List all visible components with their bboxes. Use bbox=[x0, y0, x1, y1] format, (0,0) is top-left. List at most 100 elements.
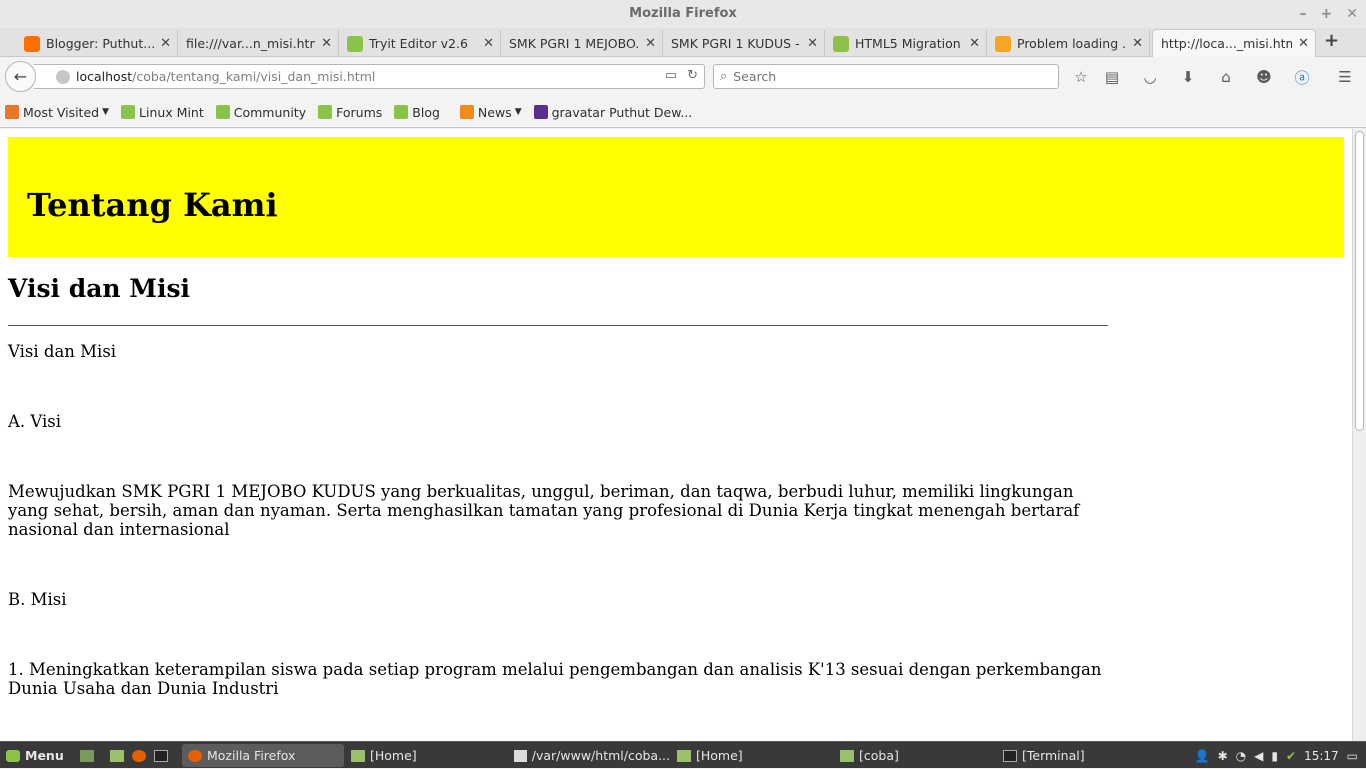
taskbar-item-terminal[interactable]: [Terminal] bbox=[997, 744, 1159, 767]
bluetooth-icon[interactable]: ✱ bbox=[1218, 749, 1228, 763]
tab-close-icon[interactable]: ✕ bbox=[483, 36, 494, 51]
tab-tryit-editor[interactable]: Tryit Editor v2.6 ✕ bbox=[339, 30, 501, 57]
paragraph-misi-heading: B. Misi bbox=[8, 590, 67, 609]
tab-label: Problem loading ... bbox=[1017, 36, 1127, 51]
taskbar-item-editor[interactable]: /var/www/html/coba... bbox=[508, 744, 670, 767]
tab-label: SMK PGRI 1 MEJOBO... bbox=[509, 36, 640, 51]
header-banner: Tentang Kami bbox=[8, 137, 1344, 257]
blogger-icon bbox=[24, 35, 40, 52]
clock[interactable]: 15:17 bbox=[1304, 749, 1339, 763]
reload-icon[interactable]: ↻ bbox=[687, 68, 698, 83]
text-editor-icon bbox=[514, 749, 527, 762]
update-shield-icon[interactable]: ✔ bbox=[1286, 749, 1296, 763]
banner-title: Tentang Kami bbox=[27, 186, 278, 224]
tab-close-icon[interactable]: ✕ bbox=[645, 36, 656, 51]
user-icon[interactable]: 👤 bbox=[1195, 749, 1210, 763]
menu-hamburger-icon[interactable]: ☰ bbox=[1335, 67, 1355, 87]
battery-icon[interactable]: ▮ bbox=[1271, 749, 1278, 763]
search-input[interactable] bbox=[733, 69, 1034, 84]
mint-icon bbox=[215, 105, 230, 119]
mint-icon bbox=[121, 105, 136, 119]
w3schools-icon bbox=[347, 35, 363, 52]
folder-icon bbox=[677, 749, 691, 762]
downloads-icon[interactable]: ⬇ bbox=[1178, 67, 1198, 87]
addon-icon[interactable]: ⓐ bbox=[1292, 67, 1312, 87]
start-menu-button[interactable]: Menu bbox=[0, 744, 70, 767]
tab-label: Tryit Editor v2.6 bbox=[369, 36, 468, 51]
url-path: /coba/tentang_kami/visi_dan_misi.html bbox=[132, 69, 376, 84]
most-visited-icon bbox=[5, 105, 19, 119]
minimize-button[interactable]: – bbox=[1300, 0, 1307, 28]
maximize-button[interactable]: + bbox=[1321, 0, 1333, 28]
tab-close-icon[interactable]: ✕ bbox=[160, 36, 171, 51]
mint-logo-icon bbox=[6, 749, 20, 762]
close-window-button[interactable]: ✕ bbox=[1346, 0, 1358, 28]
tab-close-icon[interactable]: ✕ bbox=[1132, 36, 1143, 51]
home-icon[interactable]: ⌂ bbox=[1216, 67, 1236, 87]
tab-close-icon[interactable]: ✕ bbox=[969, 36, 980, 51]
divider bbox=[8, 325, 1108, 326]
volume-icon[interactable]: ◀ bbox=[1254, 749, 1263, 763]
url-bar[interactable]: localhost/coba/tentang_kami/visi_dan_mis… bbox=[34, 64, 705, 89]
page-scrollbar[interactable] bbox=[1352, 129, 1366, 741]
mint-icon bbox=[318, 105, 333, 119]
bookmark-most-visited[interactable]: Most Visited ▼ bbox=[5, 105, 109, 120]
wifi-icon[interactable]: ◔ bbox=[1236, 749, 1246, 763]
show-desktop-corner-icon[interactable]: ▭ bbox=[1347, 749, 1358, 763]
folder-icon bbox=[840, 749, 854, 762]
bookmark-linux-mint[interactable]: Linux Mint bbox=[121, 105, 204, 120]
tab-close-icon[interactable]: ✕ bbox=[321, 36, 332, 51]
navigation-bar: localhost/coba/tentang_kami/visi_dan_mis… bbox=[0, 57, 1366, 97]
taskbar-item-firefox[interactable]: Mozilla Firefox bbox=[182, 744, 344, 767]
chevron-down-icon: ▼ bbox=[102, 107, 110, 117]
paragraph-misi-item-1: 1. Meningkatkan keterampilan siswa pada … bbox=[8, 660, 1102, 698]
bookmark-forums[interactable]: Forums bbox=[318, 105, 382, 120]
tab-label: Blogger: Puthut... bbox=[46, 36, 155, 51]
main-content: Visi dan Misi Visi dan Misi A. Visi Mewu… bbox=[8, 269, 1108, 698]
bookmark-star-icon[interactable]: ☆ bbox=[1071, 67, 1091, 87]
tab-label: SMK PGRI 1 KUDUS -... bbox=[671, 36, 802, 51]
bookmark-blog[interactable]: Blog bbox=[394, 105, 440, 120]
tab-smk-mejobo[interactable]: SMK PGRI 1 MEJOBO... ✕ bbox=[501, 30, 663, 57]
back-button[interactable]: ← bbox=[5, 61, 36, 92]
tab-html5-migration[interactable]: HTML5 Migration ✕ bbox=[825, 30, 987, 57]
hello-icon[interactable]: ☻ bbox=[1254, 67, 1274, 87]
tab-smk-kudus[interactable]: SMK PGRI 1 KUDUS -... ✕ bbox=[663, 30, 825, 57]
bookmarks-toolbar: Most Visited ▼ Linux Mint Community Foru… bbox=[0, 97, 1366, 128]
new-tab-icon[interactable]: + bbox=[1324, 30, 1339, 51]
tab-file[interactable]: file:///var...n_misi.html ✕ bbox=[178, 30, 339, 57]
window-title: Mozilla Firefox bbox=[629, 6, 737, 21]
paragraph-visi-heading: A. Visi bbox=[8, 412, 62, 431]
pocket-icon[interactable]: ◡ bbox=[1140, 67, 1160, 87]
tab-active-localhost[interactable]: http://loca..._misi.html ✕ bbox=[1152, 29, 1316, 57]
terminal-launcher-icon[interactable] bbox=[148, 744, 174, 767]
url-bar-icons: ▭ ↻ bbox=[665, 68, 698, 83]
show-desktop-icon[interactable] bbox=[74, 744, 100, 767]
site-identity-icon[interactable] bbox=[56, 69, 70, 84]
taskbar-item-coba[interactable]: [coba] bbox=[834, 744, 996, 767]
back-arrow-icon: ← bbox=[13, 67, 28, 86]
paragraph-intro: Visi dan Misi bbox=[8, 342, 117, 361]
reader-view-icon[interactable]: ▭ bbox=[665, 68, 677, 83]
bookmark-gravatar[interactable]: gravatar Puthut Dew... bbox=[533, 105, 692, 120]
window-titlebar: Mozilla Firefox – + ✕ bbox=[0, 0, 1366, 28]
taskbar-item-home-1[interactable]: [Home] bbox=[345, 744, 507, 767]
paragraph-visi-text: Mewujudkan SMK PGRI 1 MEJOBO KUDUS yang … bbox=[8, 482, 1080, 539]
tab-label: file:///var...n_misi.html bbox=[186, 36, 316, 51]
bookmarks-list-icon[interactable]: ▤ bbox=[1102, 67, 1122, 87]
tab-problem-loading[interactable]: Problem loading ... ✕ bbox=[987, 30, 1150, 57]
scrollbar-thumb[interactable] bbox=[1355, 131, 1364, 431]
tab-blogger[interactable]: Blogger: Puthut... ✕ bbox=[16, 30, 178, 57]
tab-close-icon[interactable]: ✕ bbox=[1298, 36, 1309, 51]
taskbar-item-home-2[interactable]: [Home] bbox=[671, 744, 833, 767]
search-bar[interactable]: ⌕ bbox=[713, 64, 1059, 89]
terminal-icon bbox=[1003, 749, 1017, 762]
tab-close-icon[interactable]: ✕ bbox=[807, 36, 818, 51]
search-icon: ⌕ bbox=[720, 69, 728, 84]
bookmark-community[interactable]: Community bbox=[215, 105, 306, 120]
taskbar: Menu Mozilla Firefox [Home] /var/www/htm… bbox=[0, 741, 1366, 768]
tab-label: HTML5 Migration bbox=[855, 36, 961, 51]
bookmark-news[interactable]: News ▼ bbox=[459, 105, 522, 120]
tab-label: http://loca..._misi.html bbox=[1161, 36, 1293, 51]
warning-icon bbox=[995, 35, 1011, 52]
